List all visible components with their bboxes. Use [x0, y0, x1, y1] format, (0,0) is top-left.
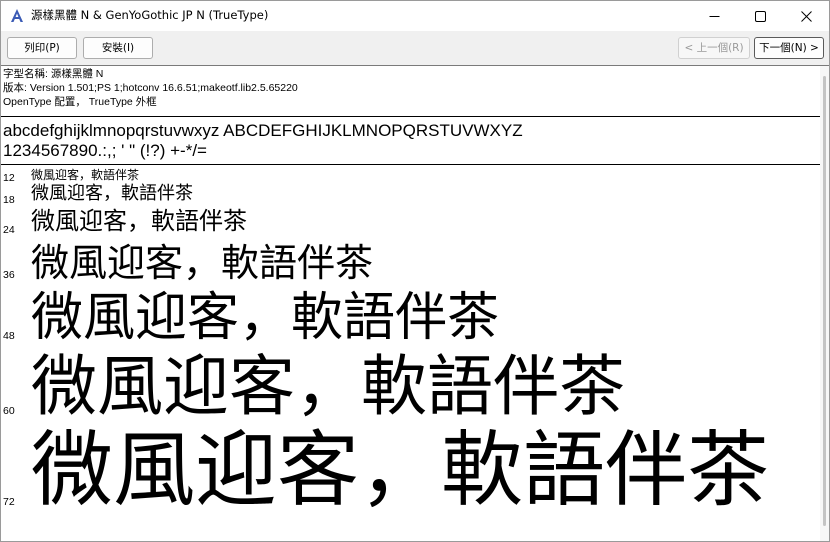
size-label: 60: [3, 405, 15, 417]
numbers-sample: 1234567890.:,; ' " (!?) +-*/=: [3, 141, 207, 160]
size-label: 12: [3, 172, 15, 184]
window-title: 源樣黑體 N & GenYoGothic JP N (TrueType): [31, 8, 269, 22]
font-file-icon: [9, 8, 25, 24]
sample-text-24: 微風迎客，軟語伴茶: [31, 207, 247, 235]
sample-text-36: 微風迎客，軟語伴茶: [31, 241, 374, 285]
size-label: 72: [3, 496, 15, 508]
scrollbar-thumb[interactable]: [823, 76, 826, 526]
divider: [1, 164, 821, 165]
size-label: 18: [3, 194, 15, 206]
title-bar[interactable]: 源樣黑體 N & GenYoGothic JP N (TrueType): [1, 1, 829, 31]
size-label: 36: [3, 269, 15, 281]
font-preview-area[interactable]: 字型名稱: 源樣黑體 N 版本: Version 1.501;PS 1;hotc…: [1, 66, 829, 541]
font-viewer-window: 源樣黑體 N & GenYoGothic JP N (TrueType) 列印(…: [0, 0, 830, 542]
sample-text-12: 微風迎客，軟語伴茶: [31, 168, 140, 182]
next-button[interactable]: 下一個(N) >: [754, 37, 824, 59]
size-label: 24: [3, 224, 15, 236]
alphabet-sample: abcdefghijklmnopqrstuvwxyz ABCDEFGHIJKLM…: [3, 121, 523, 140]
sample-text-60: 微風迎客，軟語伴茶: [31, 348, 625, 425]
font-type-line: OpenType 配置， TrueType 外框: [3, 96, 157, 108]
sample-text-18: 微風迎客，軟語伴茶: [31, 183, 193, 204]
size-label: 48: [3, 330, 15, 342]
sample-text-72: 微風迎客，軟語伴茶: [31, 423, 770, 518]
print-button[interactable]: 列印(P): [7, 37, 77, 59]
close-button[interactable]: [783, 1, 829, 31]
toolbar: 列印(P) 安裝(I) < 上一個(R) 下一個(N) >: [1, 31, 829, 66]
previous-button[interactable]: < 上一個(R): [678, 37, 750, 59]
font-version-line: 版本: Version 1.501;PS 1;hotconv 16.6.51;m…: [3, 82, 298, 94]
minimize-button[interactable]: [691, 1, 737, 31]
install-button[interactable]: 安裝(I): [83, 37, 153, 59]
sample-text-48: 微風迎客，軟語伴茶: [31, 288, 500, 348]
vertical-scrollbar[interactable]: [820, 66, 829, 541]
divider: [1, 116, 821, 117]
font-name-line: 字型名稱: 源樣黑體 N: [3, 68, 104, 80]
maximize-button[interactable]: [737, 1, 783, 31]
